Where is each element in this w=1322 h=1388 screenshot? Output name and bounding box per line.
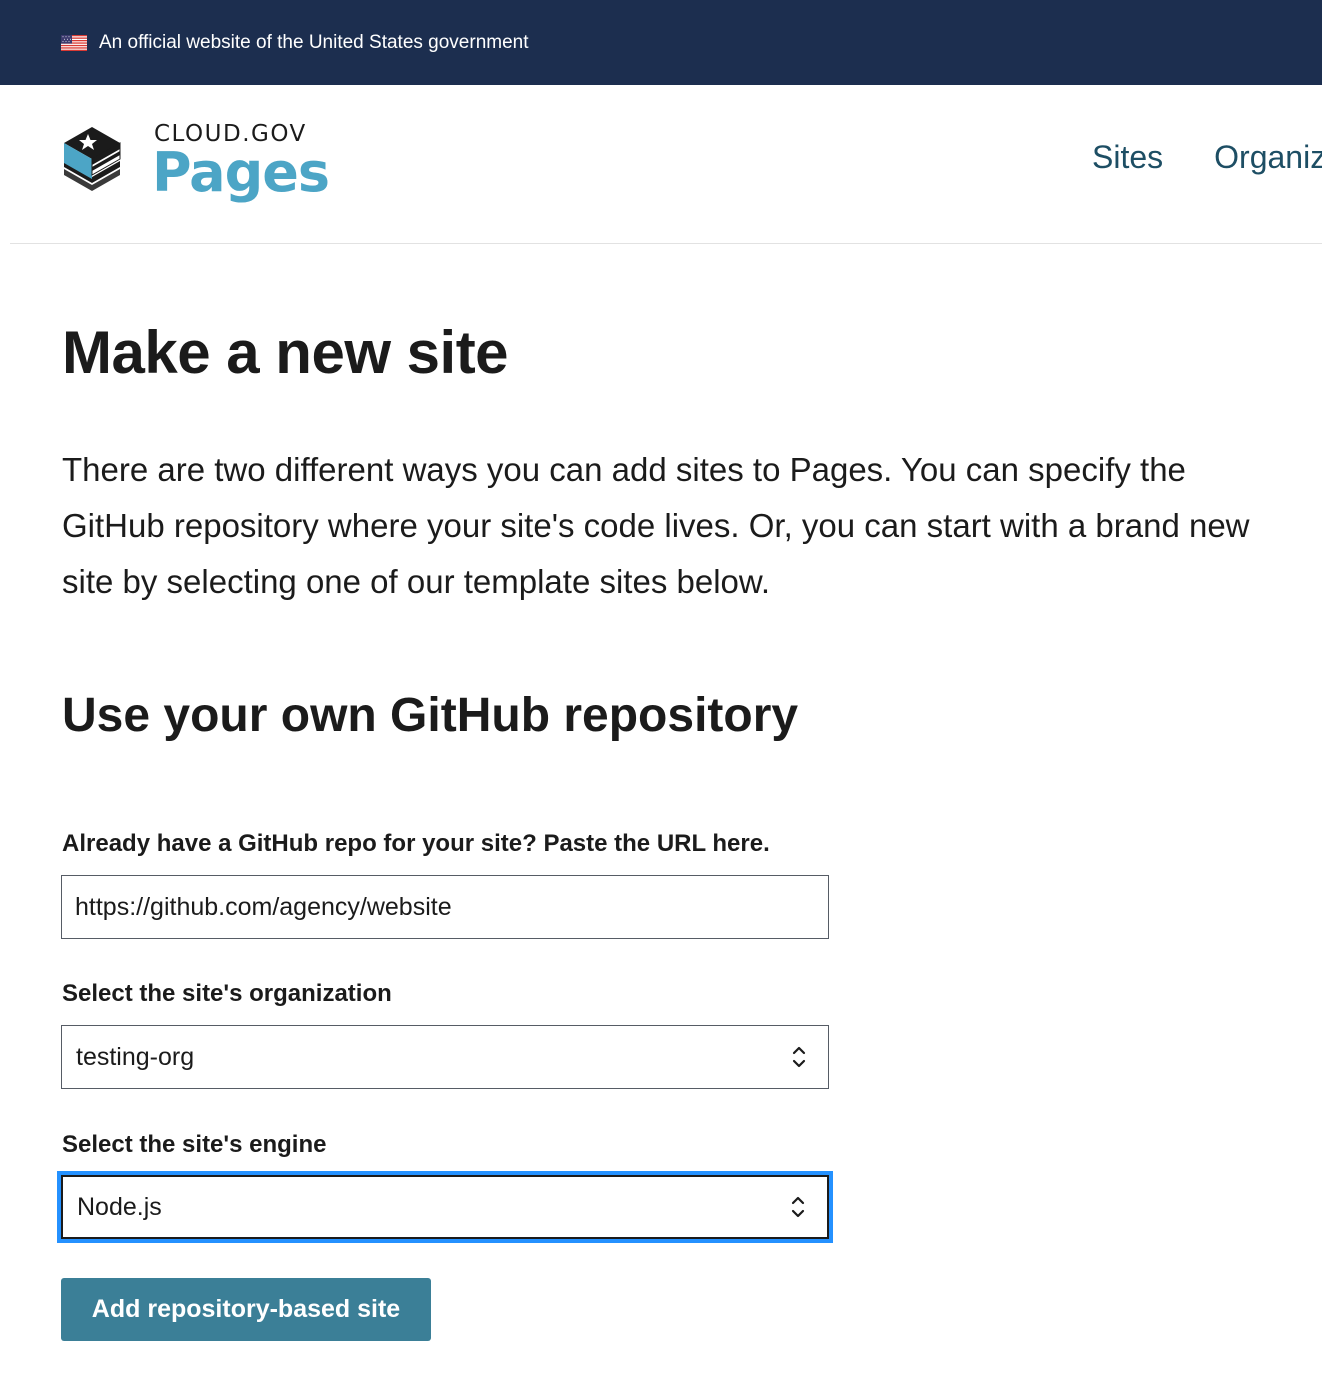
engine-select-value: Node.js: [77, 1192, 162, 1221]
add-repository-site-button[interactable]: Add repository-based site: [61, 1278, 431, 1341]
page-title: Make a new site: [62, 319, 509, 386]
intro-paragraph: There are two different ways you can add…: [62, 451, 1250, 600]
engine-label: Select the site's engine: [62, 1131, 327, 1158]
repo-url-input[interactable]: [61, 875, 829, 939]
nav-link-organizations[interactable]: Organiz: [1214, 139, 1322, 176]
select-arrows-icon: [791, 1196, 805, 1218]
header-divider: [10, 243, 1322, 244]
logo-pages-text: Pages: [152, 141, 330, 204]
select-arrows-icon: [792, 1046, 806, 1068]
repo-url-label: Already have a GitHub repo for your site…: [62, 830, 770, 857]
site-header: CLOUD.GOV Pages Sites Organiz: [0, 85, 1322, 245]
logo-wordmark: CLOUD.GOV Pages: [152, 121, 330, 211]
logo-link[interactable]: CLOUD.GOV Pages: [58, 121, 330, 211]
nav-link-sites[interactable]: Sites: [1092, 139, 1163, 176]
primary-nav: Sites Organiz: [1092, 139, 1322, 176]
engine-select[interactable]: Node.js: [57, 1171, 833, 1243]
organization-select[interactable]: testing-org: [61, 1025, 829, 1089]
us-flag-icon: [61, 34, 87, 51]
section-title: Use your own GitHub repository: [62, 689, 799, 742]
gov-banner-text: An official website of the United States…: [99, 31, 529, 53]
cloud-gov-star-book-icon: [64, 127, 121, 191]
organization-select-value: testing-org: [76, 1042, 195, 1071]
gov-banner: An official website of the United States…: [0, 0, 1322, 85]
organization-label: Select the site's organization: [62, 980, 392, 1007]
